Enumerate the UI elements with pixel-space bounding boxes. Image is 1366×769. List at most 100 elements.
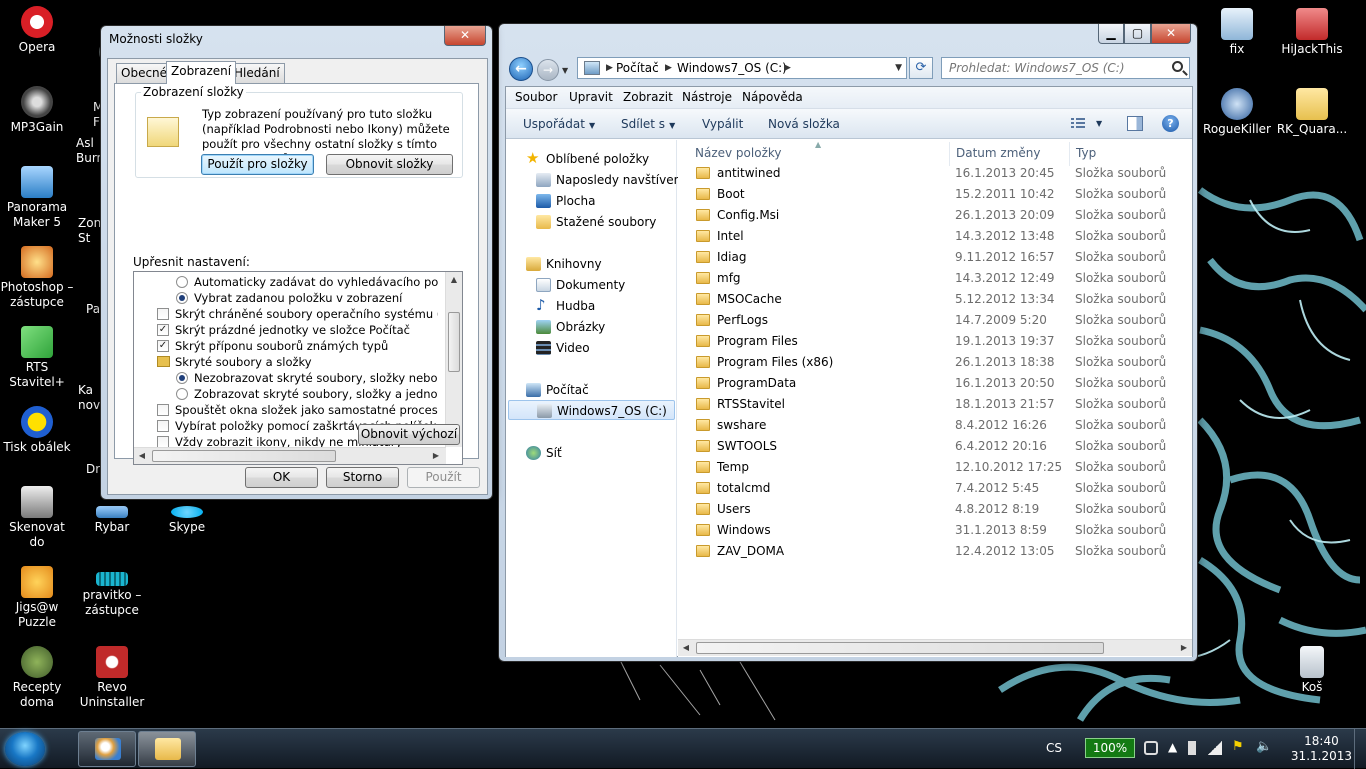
desktop-icon-recepty[interactable]: Recepty doma — [0, 646, 74, 710]
radio-button[interactable] — [176, 276, 188, 288]
desktop-icon-roguekiller[interactable]: RogueKiller — [1200, 88, 1274, 137]
volume-muted-icon[interactable]: 🔈 — [1256, 739, 1272, 754]
file-row[interactable]: PerfLogs 14.7.2009 5:20 Složka souborů — [696, 310, 1190, 331]
desktop-icon-skype[interactable]: Skype — [150, 506, 224, 535]
preview-pane-icon[interactable] — [1127, 116, 1143, 131]
desktop-icon-panorama-maker[interactable]: Panorama Maker 5 — [0, 166, 74, 230]
ok-button[interactable]: OK — [245, 467, 318, 488]
file-row[interactable]: RTSStavitel 18.1.2013 21:57 Složka souborů — [696, 394, 1190, 415]
advanced-setting-row[interactable]: Spouštět okna složek jako samostatné pro… — [134, 402, 438, 418]
help-icon[interactable]: ? — [1162, 115, 1179, 132]
restore-defaults-button-visible[interactable]: Obnovit výchozí — [358, 424, 460, 445]
desktop-icon-rybar[interactable]: Rybar — [75, 506, 149, 535]
history-dropdown-icon[interactable]: ▼ — [562, 66, 568, 75]
checkbox[interactable]: ✓ — [157, 324, 169, 336]
advanced-setting-row[interactable]: Automaticky zadávat do vyhledávacího pol… — [134, 274, 438, 290]
desktop-icon-photoshop[interactable]: Photoshop – zástupce — [0, 246, 74, 310]
scroll-right-icon[interactable]: ▶ — [1176, 640, 1192, 656]
checkbox[interactable] — [157, 420, 169, 432]
file-row[interactable]: ProgramData 16.1.2013 20:50 Složka souborů — [696, 373, 1190, 394]
show-hidden-icons-icon[interactable]: ▲ — [1168, 740, 1182, 754]
radio-button[interactable] — [176, 292, 188, 304]
scrollbar-thumb[interactable] — [448, 312, 460, 372]
organize-button[interactable]: Uspořádat ▼ — [523, 117, 595, 131]
checkbox[interactable] — [157, 308, 169, 320]
cancel-button[interactable]: Storno — [326, 467, 399, 488]
desktop-icon-mp3gain[interactable]: MP3Gain — [0, 86, 74, 135]
desktop-icon-fix[interactable]: fix — [1200, 8, 1274, 57]
apply-button[interactable]: Použít — [407, 467, 480, 488]
vertical-scrollbar[interactable]: ▲ ▼ — [445, 272, 462, 447]
explorer-window[interactable]: ▁ ▢ ✕ ← → ▼ ▶ Počítač ▶ Windows7_OS (C:)… — [498, 23, 1198, 662]
device-icon[interactable] — [1188, 741, 1196, 755]
close-button[interactable]: ✕ — [1151, 24, 1191, 44]
file-row[interactable]: Windows 31.1.2013 8:59 Složka souborů — [696, 520, 1190, 541]
file-row[interactable]: Boot 15.2.2011 10:42 Složka souborů — [696, 184, 1190, 205]
radio-button[interactable] — [176, 388, 188, 400]
menu-file[interactable]: Soubor — [515, 90, 557, 104]
desktop-icon-partial-5[interactable]: Ka nov — [78, 353, 100, 443]
minimize-button[interactable]: ▁ — [1098, 24, 1124, 44]
start-button[interactable] — [5, 732, 45, 766]
desktop-icon-hijackthis[interactable]: HiJackThis — [1275, 8, 1349, 57]
column-header-name[interactable]: Název položky — [695, 146, 781, 160]
checkbox[interactable]: ✓ — [157, 340, 169, 352]
search-input[interactable]: Prohledat: Windows7_OS (C:) — [941, 57, 1190, 79]
desktop-icon-rts-stavitel[interactable]: RTS Stavitel+ — [0, 326, 74, 390]
file-row[interactable]: antitwined 16.1.2013 20:45 Složka souborů — [696, 163, 1190, 184]
address-dropdown-icon[interactable]: ▼ — [895, 58, 902, 78]
battery-indicator[interactable]: 100% — [1085, 738, 1135, 758]
horizontal-scrollbar[interactable]: ◀ ▶ — [134, 447, 446, 464]
view-dropdown-icon[interactable]: ▼ — [1096, 119, 1102, 128]
close-button[interactable]: ✕ — [444, 26, 486, 46]
scrollbar-thumb[interactable] — [152, 450, 336, 462]
advanced-setting-row[interactable]: Vybrat zadanou položku v zobrazení — [134, 290, 438, 306]
apply-to-folders-button[interactable]: Použít pro složky — [201, 154, 314, 175]
signal-icon[interactable] — [1208, 741, 1222, 755]
clock[interactable]: 18:40 31.1.2013 — [1291, 734, 1352, 764]
address-bar[interactable]: ▶ Počítač ▶ Windows7_OS (C:) ▶ ▼ — [577, 57, 907, 79]
horizontal-scrollbar[interactable]: ◀ ▶ — [678, 639, 1192, 656]
refresh-button[interactable]: ⟳ — [909, 57, 933, 79]
advanced-setting-row[interactable]: Nezobrazovat skryté soubory, složky nebo… — [134, 370, 438, 386]
file-row[interactable]: Program Files (x86) 26.1.2013 18:38 Složka… — [696, 352, 1190, 373]
reset-folders-button[interactable]: Obnovit složky — [326, 154, 453, 175]
column-header-type[interactable]: Typ — [1076, 146, 1096, 160]
desktop-icon-tisk-obalek[interactable]: Tisk obálek — [0, 406, 74, 455]
advanced-setting-row[interactable]: ✓ Skrýt prázdné jednotky ve složce Počíta… — [134, 322, 438, 338]
desktop-icon-revo[interactable]: Revo Uninstaller — [75, 646, 149, 710]
breadcrumb-separator-icon[interactable]: ▶ — [665, 58, 672, 78]
scroll-right-icon[interactable]: ▶ — [428, 448, 444, 464]
file-row[interactable]: Temp 12.10.2012 17:25 Složka souborů — [696, 457, 1190, 478]
forward-button[interactable]: → — [537, 59, 559, 81]
desktop-icon-rk-quarantine[interactable]: RK_Quara... — [1275, 88, 1349, 137]
breadcrumb-computer[interactable]: Počítač — [616, 58, 659, 78]
scrollbar-thumb[interactable] — [696, 642, 1104, 654]
maximize-button[interactable]: ▢ — [1124, 24, 1151, 44]
language-indicator[interactable]: CS — [1046, 741, 1062, 755]
taskbar-paint-button[interactable] — [78, 731, 136, 767]
view-options-icon[interactable] — [1071, 117, 1085, 129]
file-row[interactable]: swshare 8.4.2012 16:26 Složka souborů — [696, 415, 1190, 436]
desktop-icon-recycle-bin[interactable]: Koš — [1275, 646, 1349, 695]
menu-help[interactable]: Nápověda — [742, 90, 803, 104]
tab-general[interactable]: Obecné — [116, 63, 173, 83]
menu-view[interactable]: Zobrazit — [623, 90, 673, 104]
search-icon[interactable] — [1172, 61, 1183, 72]
desktop-icon-pravitko[interactable]: pravitko – zástupce — [75, 572, 149, 618]
desktop-icon-opera[interactable]: Opera — [0, 6, 74, 55]
file-row[interactable]: mfg 14.3.2012 12:49 Složka souborů — [696, 268, 1190, 289]
file-row[interactable]: Idiag 9.11.2012 16:57 Složka souborů — [696, 247, 1190, 268]
column-header-date[interactable]: Datum změny — [956, 146, 1041, 160]
breadcrumb-drive[interactable]: Windows7_OS (C:) — [677, 58, 787, 78]
desktop-icon-partial-3[interactable]: Zon St — [78, 186, 100, 276]
breadcrumb-separator-icon[interactable]: ▶ — [606, 58, 613, 78]
desktop-icon-partial-2[interactable]: Asl Burn — [76, 106, 100, 196]
file-row[interactable]: SWTOOLS 6.4.2012 20:16 Složka souborů — [696, 436, 1190, 457]
power-plug-icon[interactable] — [1144, 741, 1158, 755]
file-row[interactable]: Program Files 19.1.2013 19:37 Složka soubo… — [696, 331, 1190, 352]
tab-search[interactable]: Hledání — [229, 63, 285, 83]
new-folder-button[interactable]: Nová složka — [768, 117, 840, 131]
nav-drive-c[interactable]: Windows7_OS (C:) — [508, 400, 675, 420]
taskbar-explorer-button[interactable] — [138, 731, 196, 767]
